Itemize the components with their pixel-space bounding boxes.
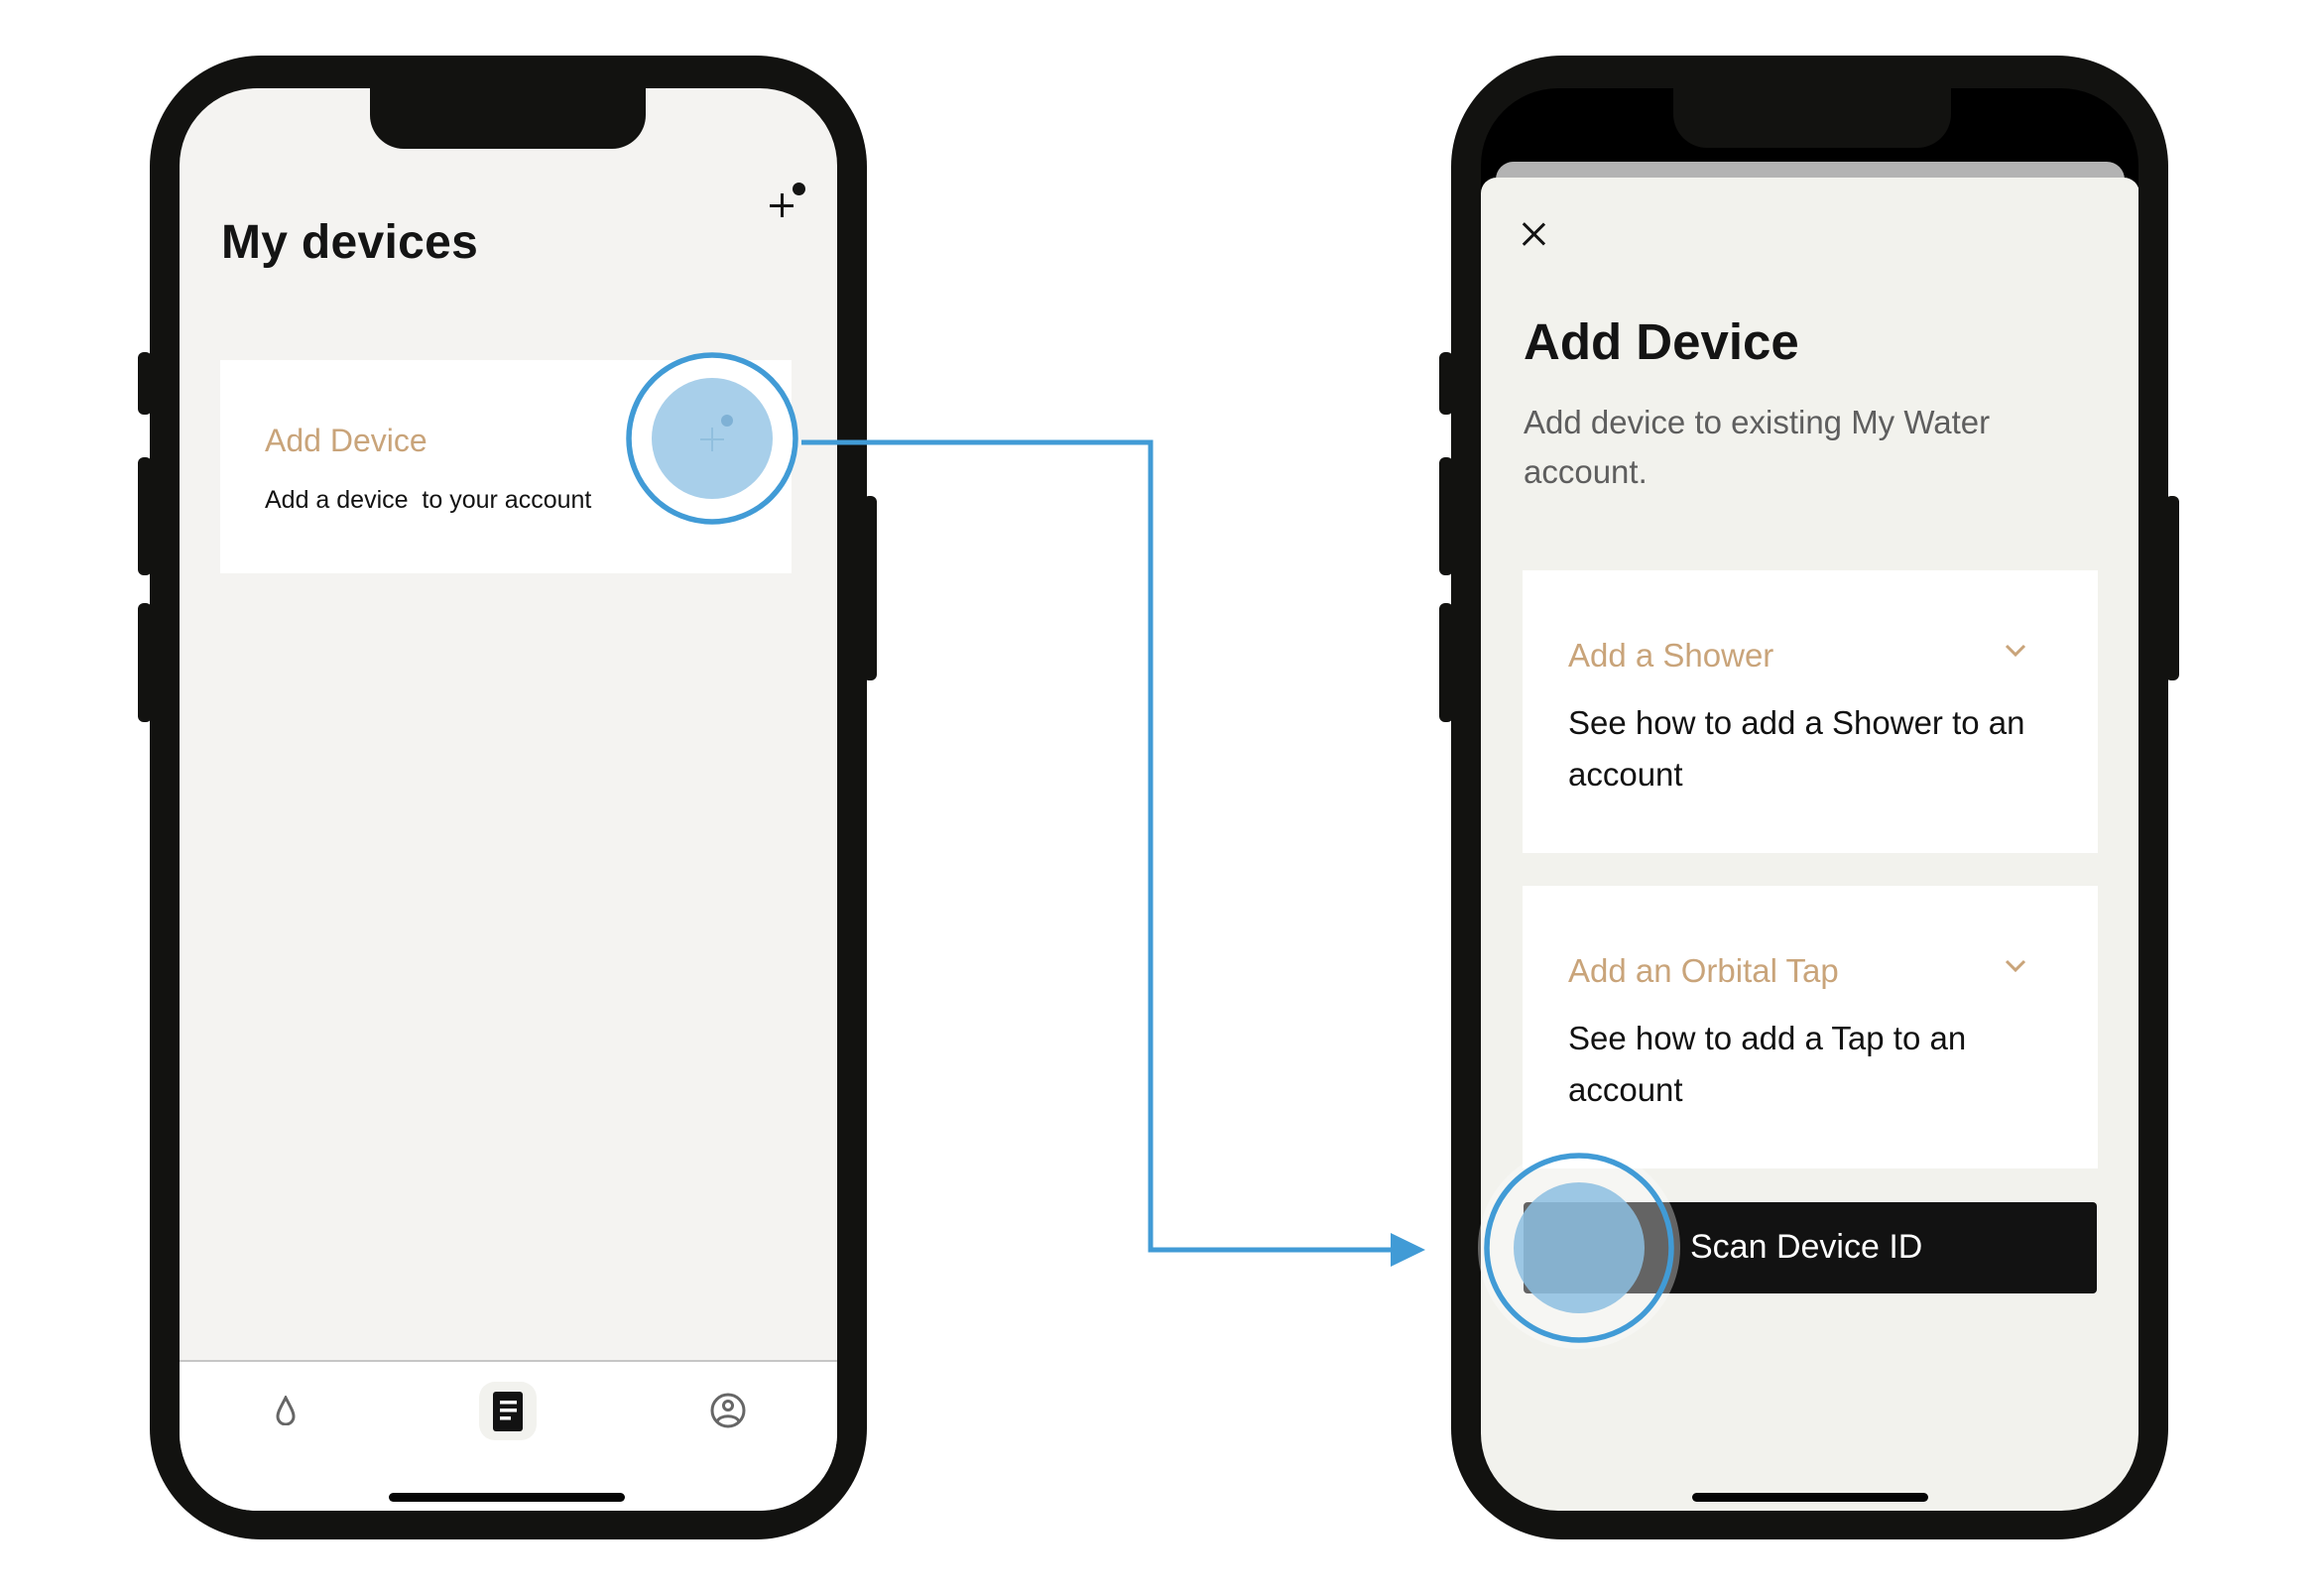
option-title: Add an Orbital Tap — [1568, 952, 1839, 989]
home-indicator — [389, 1493, 625, 1502]
profile-icon — [710, 1393, 746, 1428]
add-device-card-title: Add Device — [265, 423, 427, 458]
document-list-icon — [493, 1391, 523, 1431]
flow-arrow — [801, 439, 1425, 1267]
option-add-orbital-tap[interactable]: Add an Orbital Tap See how to add a Tap … — [1523, 886, 2098, 1168]
option-add-shower[interactable]: Add a Shower See how to add a Shower to … — [1523, 570, 2098, 853]
water-drop-icon — [276, 1396, 296, 1425]
sheet-subtitle: Add device to existing My Water account. — [1524, 404, 1991, 490]
my-devices-screen: My devices Add Device Add a device to yo… — [180, 88, 837, 1511]
phone-frame-my-devices: My devices Add Device Add a device to yo… — [150, 56, 867, 1539]
chevron-down-icon[interactable] — [2005, 644, 2026, 658]
page-title: My devices — [221, 216, 479, 269]
option-description: See how to add a Shower to an account — [1568, 704, 2025, 793]
tap-indicator-add-device — [625, 351, 799, 526]
bottom-nav — [180, 1362, 837, 1511]
nav-tab-water[interactable] — [256, 1381, 315, 1440]
add-icon[interactable] — [770, 193, 794, 217]
sheet-title: Add Device — [1524, 313, 1799, 370]
phone-notch — [370, 88, 646, 149]
close-icon[interactable] — [1521, 221, 1546, 247]
nav-tab-devices[interactable] — [479, 1382, 537, 1440]
chevron-down-icon[interactable] — [2005, 959, 2026, 973]
notification-dot-icon — [793, 183, 805, 195]
nav-tab-profile[interactable] — [698, 1381, 758, 1440]
home-indicator — [1692, 1493, 1928, 1502]
arrow-head-icon — [1391, 1233, 1425, 1267]
option-description: See how to add a Tap to an account — [1568, 1020, 1967, 1108]
tap-indicator-scan-device-id — [1476, 1145, 1682, 1351]
add-device-card-description: Add a device to your account — [265, 486, 592, 514]
option-title: Add a Shower — [1568, 637, 1774, 674]
tap-fill — [1514, 1182, 1645, 1313]
phone-notch — [1673, 88, 1951, 148]
scan-device-id-label: Scan Device ID — [1690, 1228, 1923, 1266]
